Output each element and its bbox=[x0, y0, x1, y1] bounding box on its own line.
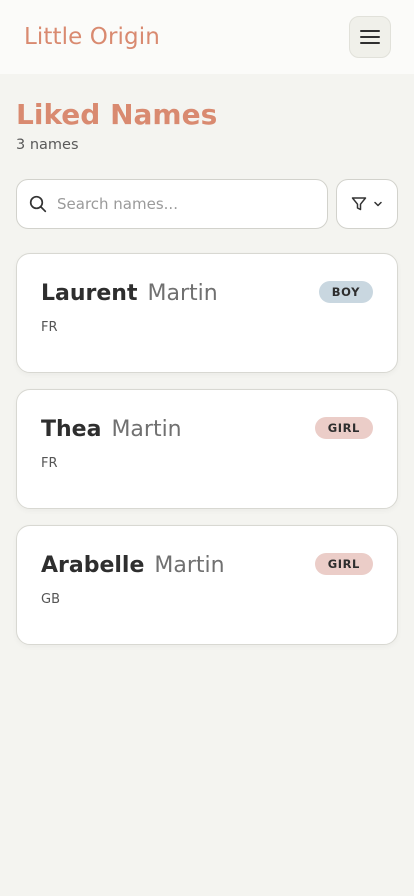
last-name: Martin bbox=[111, 417, 182, 442]
name-card[interactable]: Arabelle Martin GB GIRL bbox=[16, 525, 398, 645]
filter-icon bbox=[351, 197, 367, 211]
page-title: Liked Names bbox=[16, 98, 218, 131]
chevron-down-icon bbox=[374, 201, 382, 207]
main-content: Liked Names 3 names Laurent Martin FR bbox=[0, 97, 414, 645]
search-input[interactable] bbox=[57, 195, 287, 213]
brand-title[interactable]: Little Origin bbox=[24, 24, 160, 50]
name-card[interactable]: Thea Martin FR GIRL bbox=[16, 389, 398, 509]
origin-code: FR bbox=[41, 320, 58, 335]
gender-badge: BOY bbox=[318, 281, 373, 303]
last-name: Martin bbox=[147, 281, 218, 306]
name-card[interactable]: Laurent Martin FR BOY bbox=[16, 253, 398, 373]
gender-badge: GIRL bbox=[314, 417, 373, 439]
origin-code: FR bbox=[41, 456, 58, 471]
gender-badge: GIRL bbox=[314, 553, 373, 575]
search-filter-bar bbox=[16, 179, 398, 229]
first-name: Laurent bbox=[41, 281, 138, 306]
search-box[interactable] bbox=[16, 179, 328, 229]
menu-button[interactable] bbox=[349, 16, 391, 58]
last-name: Martin bbox=[154, 553, 225, 578]
app-header: Little Origin bbox=[0, 0, 414, 74]
liked-names-list: Laurent Martin FR BOY Thea Martin FR GIR… bbox=[16, 253, 398, 645]
first-name: Arabelle bbox=[41, 553, 145, 578]
hamburger-icon bbox=[360, 30, 380, 44]
search-icon bbox=[29, 195, 47, 213]
origin-code: GB bbox=[41, 592, 60, 607]
first-name: Thea bbox=[41, 417, 102, 442]
names-count: 3 names bbox=[16, 137, 79, 153]
filter-button[interactable] bbox=[336, 179, 398, 229]
